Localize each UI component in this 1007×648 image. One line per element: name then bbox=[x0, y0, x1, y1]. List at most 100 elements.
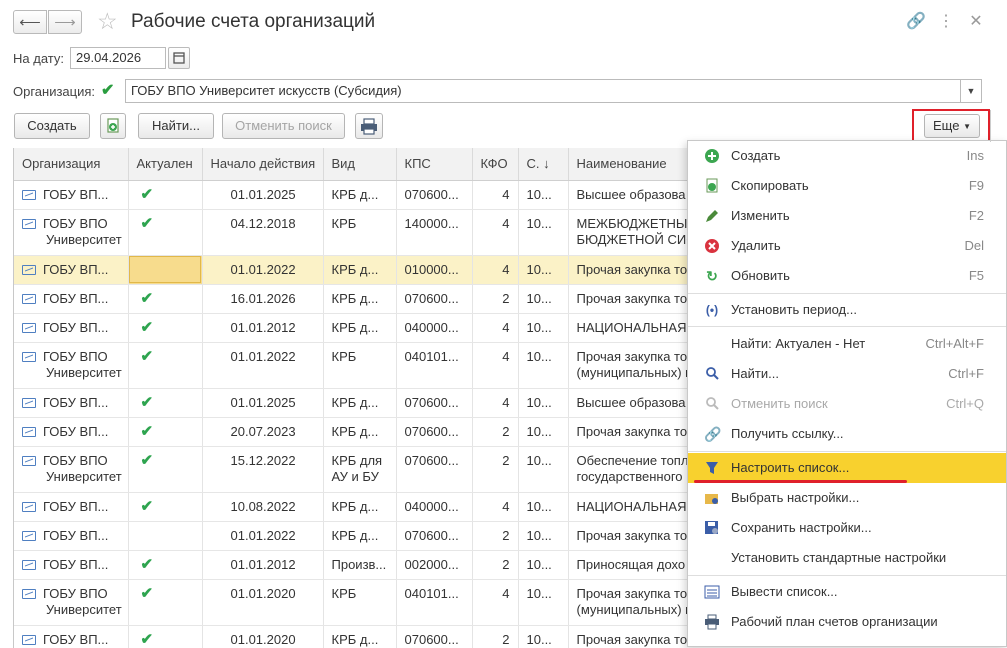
cell-s[interactable]: 10... bbox=[518, 313, 569, 343]
cell-organization[interactable]: ГОБУ ВП... bbox=[14, 255, 129, 285]
table-row[interactable]: ГОБУ ВП... ✔ 01.01.2020 КРБ д... 070600... 2 1… bbox=[14, 625, 687, 648]
cell-kfo[interactable]: 4 bbox=[472, 579, 519, 626]
more-vertical-icon[interactable]: ⋮ bbox=[936, 11, 956, 33]
cell-kps[interactable]: 040000... bbox=[396, 313, 473, 343]
cell-s[interactable]: 10... bbox=[518, 446, 569, 493]
cell-start[interactable]: 01.01.2022 bbox=[202, 342, 324, 389]
cell-kind[interactable]: КРБ bbox=[323, 342, 397, 389]
cell-active[interactable]: ✔ bbox=[128, 492, 203, 522]
table-row[interactable]: ГОБУ ВП... ✔ 10.08.2022 КРБ д... 040000... 4 1… bbox=[14, 492, 687, 522]
cell-kps[interactable]: 040101... bbox=[396, 579, 473, 626]
cell-kind[interactable]: КРБ д... bbox=[323, 417, 397, 447]
cell-kfo[interactable]: 2 bbox=[472, 625, 519, 648]
cell-kfo[interactable]: 4 bbox=[472, 209, 519, 256]
cell-active[interactable] bbox=[128, 521, 203, 551]
menu-item-find[interactable]: Найти... Ctrl+F bbox=[688, 359, 1006, 389]
forward-button[interactable]: ⟶ bbox=[48, 10, 82, 34]
cell-s[interactable]: 10... bbox=[518, 579, 569, 626]
cell-active[interactable]: ✔ bbox=[128, 550, 203, 580]
cell-kfo[interactable]: 4 bbox=[472, 342, 519, 389]
cell-organization[interactable]: ГОБУ ВП... bbox=[14, 521, 129, 551]
cell-organization[interactable]: ГОБУ ВПО Университет bbox=[14, 446, 129, 493]
cell-kind[interactable]: КРБ для АУ и БУ bbox=[323, 446, 397, 493]
cell-kfo[interactable]: 4 bbox=[472, 180, 519, 210]
cell-name[interactable]: НАЦИОНАЛЬНАЯ bbox=[568, 492, 687, 522]
column-header[interactable]: С. ↓ bbox=[518, 148, 569, 181]
cell-s[interactable]: 10... bbox=[518, 492, 569, 522]
cell-active[interactable] bbox=[128, 255, 203, 285]
cell-name[interactable]: Прочая закупка товаров, работ и услуг bbox=[568, 625, 687, 648]
cell-start[interactable]: 01.01.2025 bbox=[202, 388, 324, 418]
print-button[interactable] bbox=[355, 113, 383, 139]
cell-kps[interactable]: 070600... bbox=[396, 417, 473, 447]
column-header[interactable]: КПС bbox=[396, 148, 473, 181]
cell-active[interactable]: ✔ bbox=[128, 388, 203, 418]
column-header[interactable]: Вид bbox=[323, 148, 397, 181]
cell-s[interactable]: 10... bbox=[518, 209, 569, 256]
find-button[interactable]: Найти... bbox=[138, 113, 214, 139]
cell-kps[interactable]: 070600... bbox=[396, 521, 473, 551]
menu-item-get-link[interactable]: 🔗 Получить ссылку... bbox=[688, 419, 1006, 449]
cell-kfo[interactable]: 4 bbox=[472, 492, 519, 522]
close-icon[interactable]: ✕ bbox=[966, 11, 986, 33]
cell-kfo[interactable]: 2 bbox=[472, 284, 519, 314]
cell-start[interactable]: 01.01.2020 bbox=[202, 625, 324, 648]
cell-name[interactable]: НАЦИОНАЛЬНАЯ bbox=[568, 313, 687, 343]
cancel-search-button[interactable]: Отменить поиск bbox=[222, 113, 345, 139]
table-row[interactable]: ГОБУ ВПО Университет ✔ 04.12.2018 КРБ 140000.… bbox=[14, 209, 687, 256]
cell-kind[interactable]: КРБ д... bbox=[323, 180, 397, 210]
cell-kfo[interactable]: 2 bbox=[472, 446, 519, 493]
column-header[interactable]: КФО bbox=[472, 148, 519, 181]
cell-name[interactable]: Прочая закупка то bbox=[568, 255, 687, 285]
cell-name[interactable]: Прочая закупка то (муниципальных) н bbox=[568, 342, 687, 389]
table-row[interactable]: ГОБУ ВПО Университет ✔ 15.12.2022 КРБ для АУ … bbox=[14, 446, 687, 493]
column-header[interactable]: Актуален bbox=[128, 148, 203, 181]
cell-kfo[interactable]: 2 bbox=[472, 417, 519, 447]
cell-s[interactable]: 10... bbox=[518, 180, 569, 210]
cell-name[interactable]: Обеспечение топл государственного bbox=[568, 446, 687, 493]
cell-kind[interactable]: КРБ д... bbox=[323, 255, 397, 285]
cell-organization[interactable]: ГОБУ ВПО Университет bbox=[14, 579, 129, 626]
cell-organization[interactable]: ГОБУ ВП... bbox=[14, 388, 129, 418]
table-row[interactable]: ГОБУ ВП... ✔ 01.01.2025 КРБ д... 070600... 4 1… bbox=[14, 180, 687, 210]
menu-item-cancel-search[interactable]: Отменить поиск Ctrl+Q bbox=[688, 389, 1006, 419]
cell-kind[interactable]: Произв... bbox=[323, 550, 397, 580]
cell-active[interactable]: ✔ bbox=[128, 417, 203, 447]
cell-kps[interactable]: 040000... bbox=[396, 492, 473, 522]
back-button[interactable]: ⟵ bbox=[13, 10, 47, 34]
table-row[interactable]: ГОБУ ВП... ✔ 01.01.2025 КРБ д... 070600... 4 1… bbox=[14, 388, 687, 418]
copy-button[interactable] bbox=[100, 113, 126, 139]
cell-kps[interactable]: 070600... bbox=[396, 446, 473, 493]
cell-s[interactable]: 10... bbox=[518, 417, 569, 447]
cell-organization[interactable]: ГОБУ ВПО Университет bbox=[14, 342, 129, 389]
cell-start[interactable]: 01.01.2022 bbox=[202, 255, 324, 285]
cell-organization[interactable]: ГОБУ ВП... bbox=[14, 550, 129, 580]
column-header[interactable]: Начало действия bbox=[202, 148, 324, 181]
column-header[interactable]: Организация bbox=[14, 148, 129, 181]
cell-name[interactable]: МЕЖБЮДЖЕТНЫ БЮДЖЕТНОЙ СИС bbox=[568, 209, 687, 256]
table-row[interactable]: ГОБУ ВПО Университет ✔ 01.01.2022 КРБ 040101.… bbox=[14, 342, 687, 389]
menu-item-chart-of-accounts[interactable]: Рабочий план счетов организации bbox=[688, 607, 1006, 637]
menu-item-save-settings[interactable]: Сохранить настройки... bbox=[688, 513, 1006, 543]
cell-kfo[interactable]: 4 bbox=[472, 255, 519, 285]
cell-kind[interactable]: КРБ bbox=[323, 579, 397, 626]
organization-filter-checkbox[interactable]: ✔ bbox=[101, 82, 119, 100]
cell-start[interactable]: 10.08.2022 bbox=[202, 492, 324, 522]
cell-kind[interactable]: КРБ д... bbox=[323, 313, 397, 343]
menu-item-refresh[interactable]: ↻ Обновить F5 bbox=[688, 261, 1006, 291]
cell-start[interactable]: 01.01.2022 bbox=[202, 521, 324, 551]
cell-kind[interactable]: КРБ д... bbox=[323, 521, 397, 551]
cell-kfo[interactable]: 2 bbox=[472, 550, 519, 580]
menu-item-copy[interactable]: Скопировать F9 bbox=[688, 171, 1006, 201]
date-input[interactable]: 29.04.2026 bbox=[70, 47, 166, 69]
cell-start[interactable]: 20.07.2023 bbox=[202, 417, 324, 447]
cell-kind[interactable]: КРБ д... bbox=[323, 492, 397, 522]
table-row[interactable]: ГОБУ ВП... ✔ 20.07.2023 КРБ д... 070600... 2 1… bbox=[14, 417, 687, 447]
cell-organization[interactable]: ГОБУ ВП... bbox=[14, 417, 129, 447]
cell-active[interactable]: ✔ bbox=[128, 446, 203, 493]
cell-start[interactable]: 01.01.2020 bbox=[202, 579, 324, 626]
cell-kind[interactable]: КРБ д... bbox=[323, 284, 397, 314]
menu-item-find-active-no[interactable]: Найти: Актуален - Нет Ctrl+Alt+F bbox=[688, 329, 1006, 359]
link-icon[interactable]: 🔗 bbox=[906, 11, 926, 33]
cell-kfo[interactable]: 4 bbox=[472, 388, 519, 418]
